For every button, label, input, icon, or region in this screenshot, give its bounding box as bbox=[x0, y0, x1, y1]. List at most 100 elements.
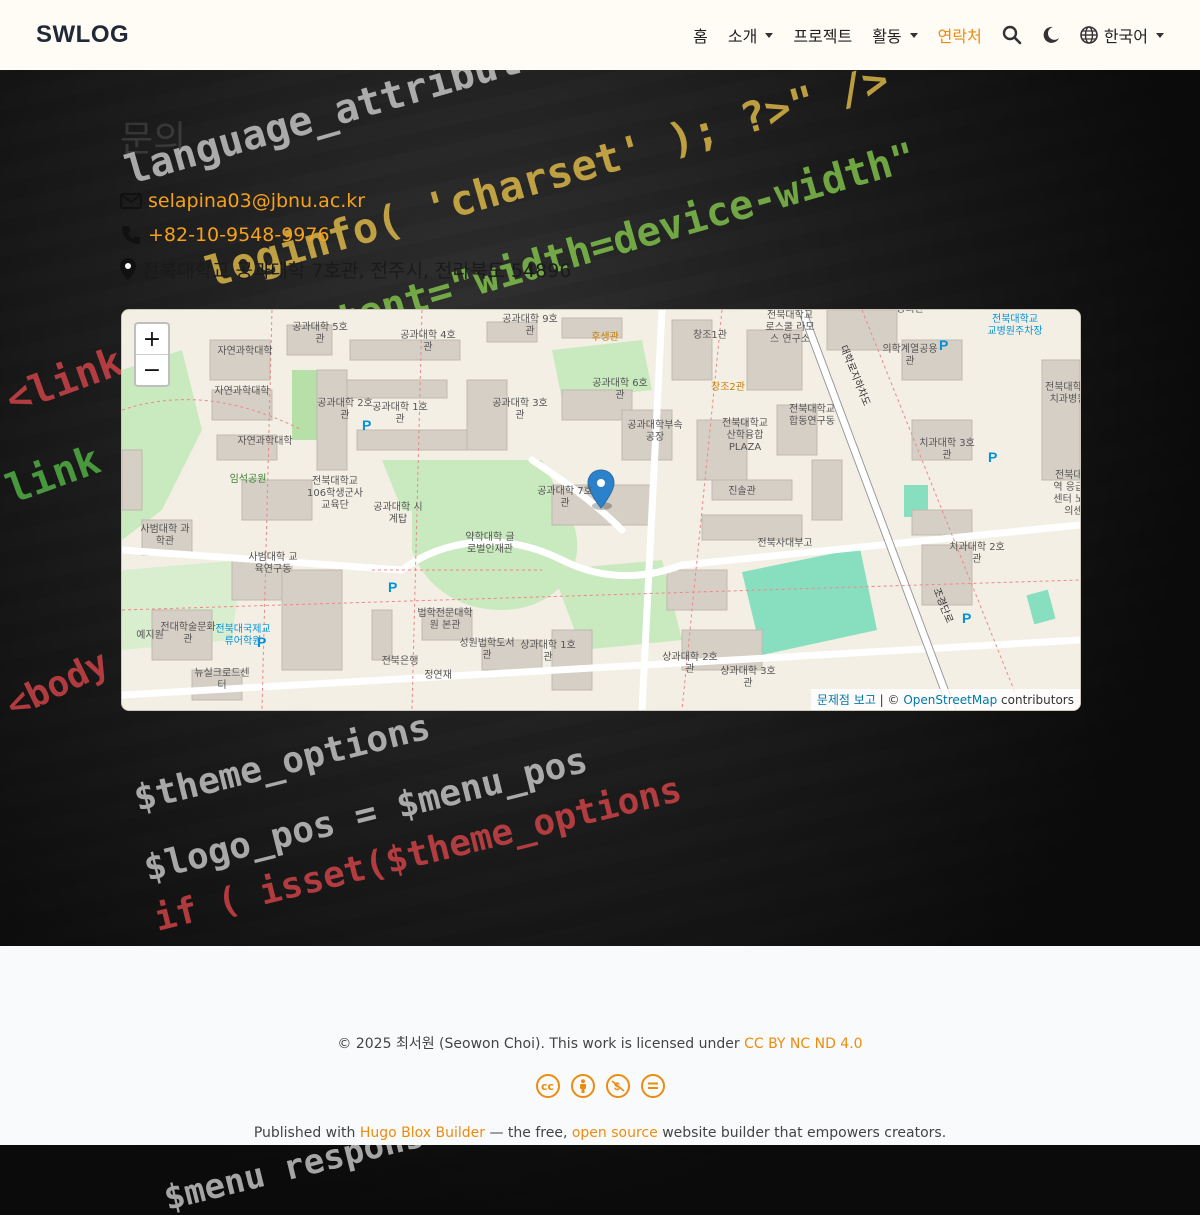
zoom-control: + − bbox=[134, 322, 170, 387]
map-place-label: 전북대학교 합동연구동 bbox=[789, 404, 835, 427]
map-place-label: 후생관 bbox=[591, 332, 619, 343]
license-link[interactable]: CC BY NC ND 4.0 bbox=[744, 1036, 863, 1052]
map-place-label: 정연재 bbox=[424, 670, 452, 681]
map-place-label: 공과대학 7호관 bbox=[537, 486, 593, 509]
globe-icon bbox=[1080, 26, 1098, 44]
map-place-label: 전북대학교 교병원주차장 bbox=[987, 314, 1043, 337]
cc-icon[interactable]: cc bbox=[535, 1074, 560, 1098]
map-place-label: 사범대학 과학관 bbox=[140, 524, 190, 547]
zoom-out-button[interactable]: − bbox=[136, 354, 168, 385]
footer-published: Published with Hugo Blox Builder — the f… bbox=[0, 1125, 1200, 1141]
map-place-label: 전북대학교 로스쿨 라모스 연구소 bbox=[765, 310, 815, 345]
nav-item-activities-label: 활동 bbox=[872, 27, 902, 46]
moon-icon bbox=[1043, 26, 1059, 43]
phone-icon bbox=[120, 225, 142, 245]
map-attribution: 문제점 보고 | © OpenStreetMap contributors bbox=[810, 689, 1080, 710]
contact-phone-row: +82-10-9548-9976 bbox=[120, 218, 1080, 252]
phone-link[interactable]: +82-10-9548-9976 bbox=[148, 224, 330, 246]
language-selector[interactable]: 한국어 bbox=[1070, 23, 1164, 47]
footer: © 2025 최서원 (Seowon Choi). This work is l… bbox=[0, 946, 1200, 1145]
map-place-label: 예지원 bbox=[136, 630, 164, 641]
map-place-label: 공과대학 9호관 bbox=[502, 314, 558, 337]
osm-link[interactable]: OpenStreetMap bbox=[903, 693, 997, 707]
brand-logo[interactable]: SWLOG bbox=[36, 21, 129, 49]
map-place-label: 자연과학대학 bbox=[214, 386, 270, 397]
map-place-label: 전북대국제교류어학원 bbox=[215, 624, 271, 647]
svg-text:P: P bbox=[388, 579, 397, 595]
nav-item-activities[interactable]: 활동 bbox=[862, 23, 927, 47]
map-place-label: 창조2관 bbox=[711, 382, 745, 393]
map-place-label: 공과대학 6호관 bbox=[592, 378, 648, 401]
map-place-label: 전북대학교 106학생군사교육단 bbox=[307, 476, 363, 511]
map-place-label: 치과대학 3호관 bbox=[919, 438, 975, 461]
search-button[interactable] bbox=[992, 25, 1032, 45]
map-place-label: 공과대학 2호관 bbox=[317, 398, 373, 421]
attribution-separator: | © bbox=[875, 693, 904, 707]
cc-nd-icon[interactable] bbox=[640, 1074, 665, 1098]
map-place-label: 상과대학 3호관 bbox=[720, 666, 776, 689]
map-place-label: 공과대학 시계탑 bbox=[373, 502, 423, 525]
map-place-label: 전북대학교 산학융합 PLAZA bbox=[722, 418, 768, 453]
nav-menu: 홈 소개 프로젝트 활동 연락처 한국어 bbox=[683, 23, 1164, 47]
dark-mode-toggle[interactable] bbox=[1032, 26, 1070, 44]
report-issue-link[interactable]: 문제점 보고 bbox=[817, 693, 876, 707]
map-tiles: P P P P P P bbox=[122, 310, 1080, 710]
map-place-label: 치과대학 2호관 bbox=[949, 542, 1005, 565]
svg-text:P: P bbox=[962, 610, 971, 626]
map-place-label: 자연과학대학 bbox=[237, 436, 293, 447]
map-place-label: 공과대학 4호관 bbox=[400, 330, 456, 353]
address-text: 전북대학교 공과대학 7호관, 전주시, 전라북도 54896 bbox=[142, 259, 572, 282]
contact-section: 문의 selapina03@jbnu.ac.kr +82-10-9548-997… bbox=[120, 110, 1080, 286]
page-title: 문의 bbox=[120, 119, 187, 160]
map-place-label: 뉴실크로드센터 bbox=[194, 668, 250, 691]
published-mid: — the free, bbox=[485, 1125, 572, 1141]
map-place-label: 자연과학대학 bbox=[217, 346, 273, 357]
map-marker-icon bbox=[120, 258, 136, 280]
map-place-label: 공과대학 3호관 bbox=[492, 398, 548, 421]
location-map[interactable]: P P P P P P + − 공과대학 5호관 공과대학 4호관 공과대학 9호관… bbox=[121, 309, 1081, 711]
map-place-label: 창조1관 bbox=[693, 330, 727, 341]
search-icon bbox=[1002, 25, 1022, 45]
cc-by-icon[interactable] bbox=[570, 1074, 595, 1098]
map-place-label: 전북사대부고 bbox=[757, 538, 813, 549]
chevron-down-icon bbox=[909, 32, 918, 38]
map-place-label: 법학전문대학원 본관 bbox=[417, 608, 473, 631]
map-place-label: 전북대학교 치과병원 bbox=[1045, 382, 1081, 405]
language-label: 한국어 bbox=[1103, 27, 1148, 46]
navbar: SWLOG 홈 소개 프로젝트 활동 연락처 한국어 bbox=[0, 0, 1200, 70]
published-suffix: website builder that empowers creators. bbox=[657, 1125, 947, 1141]
map-place-label: 장의관 bbox=[896, 309, 924, 315]
contact-email-row: selapina03@jbnu.ac.kr bbox=[120, 184, 1080, 218]
chevron-down-icon bbox=[1156, 32, 1164, 38]
footer-copyright: © 2025 최서원 (Seowon Choi). This work is l… bbox=[0, 1033, 1200, 1053]
map-place-label: 의학계열공용관 bbox=[882, 344, 938, 367]
map-place-label: 진솔관 bbox=[728, 486, 756, 497]
nav-item-about-label: 소개 bbox=[727, 27, 758, 46]
map-place-label: 공과대학 5호관 bbox=[292, 322, 348, 345]
envelope-icon bbox=[120, 193, 142, 209]
map-place-label: 상과대학 1호관 bbox=[520, 640, 576, 663]
contact-address-row: 전북대학교 공과대학 7호관, 전주시, 전라북도 54896 bbox=[120, 252, 1080, 286]
hugo-link[interactable]: Hugo Blox Builder bbox=[360, 1125, 485, 1141]
zoom-in-button[interactable]: + bbox=[136, 324, 168, 354]
email-link[interactable]: selapina03@jbnu.ac.kr bbox=[148, 190, 365, 212]
map-place-label: 공과대학 1호관 bbox=[372, 402, 428, 425]
svg-text:P: P bbox=[988, 449, 997, 465]
map-place-label: 공과대학부속공장 bbox=[627, 420, 683, 443]
attribution-contributors: contributors bbox=[997, 693, 1074, 707]
map-place-label: 전북은행 bbox=[381, 656, 419, 667]
nav-item-projects[interactable]: 프로젝트 bbox=[783, 23, 862, 47]
published-prefix: Published with bbox=[253, 1125, 360, 1141]
cc-nc-icon[interactable]: $ bbox=[605, 1074, 630, 1098]
svg-text:P: P bbox=[939, 337, 948, 353]
nav-item-about[interactable]: 소개 bbox=[718, 23, 783, 47]
open-source-link[interactable]: open source bbox=[572, 1125, 658, 1141]
map-place-label: 상과대학 2호관 bbox=[662, 652, 718, 675]
map-place-label: 사범대학 교육연구동 bbox=[248, 552, 298, 575]
map-place-label: 성원법학도서관 bbox=[459, 638, 515, 661]
copyright-text: © 2025 최서원 (Seowon Choi). This work is l… bbox=[337, 1036, 745, 1052]
map-place-label: 전북대학교 역 응급의료센터 노인건의센터 bbox=[1053, 470, 1080, 517]
nav-item-contact[interactable]: 연락처 bbox=[928, 23, 992, 47]
map-place-label: 임석공원 bbox=[229, 474, 267, 485]
nav-item-home[interactable]: 홈 bbox=[683, 23, 718, 47]
